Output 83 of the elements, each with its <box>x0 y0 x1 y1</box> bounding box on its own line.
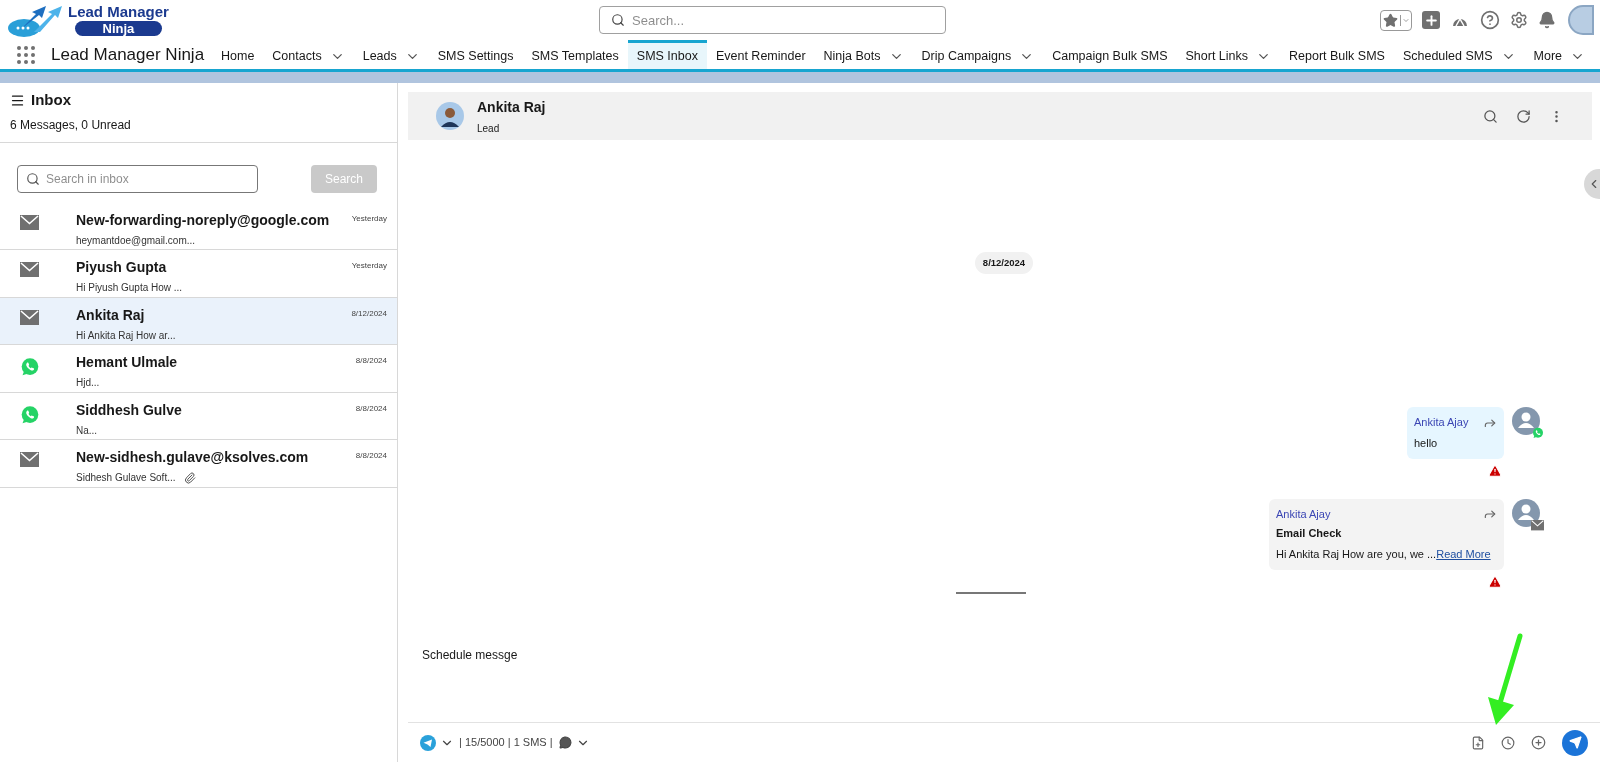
nav-tab[interactable]: Leads <box>353 40 429 69</box>
nav-tab[interactable]: Campaign Bulk SMS <box>1043 40 1177 69</box>
nav-tab[interactable]: Ninja Bots <box>814 40 913 69</box>
search-icon <box>26 171 40 186</box>
sender-avatar-icon <box>1512 407 1540 436</box>
sender-name: Ankita Ajay <box>1276 506 1331 522</box>
message-text: Hi Ankita Raj How are you, we ...Read More <box>1276 546 1492 562</box>
whatsapp-icon <box>20 404 40 425</box>
message-preview: Hjd... <box>76 376 100 390</box>
mail-icon <box>20 214 39 230</box>
nav-tab[interactable]: Event Reminder <box>706 40 815 69</box>
sender-avatar-icon <box>1512 498 1540 527</box>
contact-role: Lead <box>477 121 501 136</box>
send-button[interactable] <box>1562 729 1588 756</box>
search-field[interactable]: Search... <box>599 6 946 34</box>
add-icon[interactable] <box>1422 11 1440 29</box>
message-preview: Sidhesh Gulave Soft... <box>76 471 176 485</box>
star-icon <box>1383 12 1398 28</box>
nav-tab[interactable]: Home <box>212 40 264 69</box>
mail-badge-icon <box>1531 520 1544 531</box>
chat-icon[interactable] <box>558 736 572 749</box>
contact-name: New-sidhesh.gulave@ksolves.com <box>76 450 310 464</box>
message-date: Yesterday <box>351 260 388 272</box>
inbox-search-field[interactable]: Search in inbox <box>17 164 258 193</box>
message-text: hello <box>1414 435 1439 451</box>
settings-icon[interactable] <box>1510 11 1528 29</box>
app-name: Lead Manager Ninja <box>51 43 205 66</box>
caret-icon <box>1400 14 1411 26</box>
whatsapp-badge-icon <box>1532 427 1544 440</box>
read-more-link[interactable]: Read More <box>1436 547 1491 560</box>
message-preview: heymantdoe@gmail.com... <box>76 233 196 248</box>
nav-tab[interactable]: SMS Templates <box>522 40 628 69</box>
forward-icon[interactable] <box>1483 507 1497 521</box>
notifications-icon[interactable] <box>1538 11 1556 29</box>
message-date: 8/12/2024 <box>351 307 388 320</box>
template-icon[interactable] <box>1471 735 1485 750</box>
logo-title: Lead Manager <box>68 4 169 19</box>
add-icon[interactable] <box>1531 735 1546 750</box>
favorites-button[interactable] <box>1380 9 1412 31</box>
message-date: Yesterday <box>351 212 388 225</box>
inbox-summary: 6 Messages, 0 Unread <box>10 116 132 134</box>
schedule-icon[interactable] <box>1501 735 1515 750</box>
sender-name: Ankita Ajay <box>1414 415 1469 431</box>
message-preview: Na... <box>76 423 98 438</box>
message-date: 8/8/2024 <box>355 450 388 462</box>
nav-tab[interactable]: Drip Campaigns <box>912 40 1044 69</box>
nav-tab[interactable]: Short Links <box>1176 40 1281 69</box>
whatsapp-icon <box>20 357 40 377</box>
menu-icon[interactable] <box>10 92 25 108</box>
message-date: 8/8/2024 <box>355 402 388 415</box>
lead-avatar-icon <box>436 102 464 130</box>
nav-tab[interactable]: SMS Inbox <box>627 40 707 69</box>
nav-tab[interactable]: Scheduled SMS <box>1393 40 1525 69</box>
help-icon[interactable] <box>1480 10 1500 30</box>
nav-tab[interactable]: SMS Settings <box>428 40 523 69</box>
app-launcher-icon[interactable] <box>17 45 35 64</box>
contact-name: Piyush Gupta <box>76 260 168 274</box>
mail-icon <box>20 309 39 325</box>
contact-name: Siddhesh Gulve <box>76 402 183 417</box>
mail-icon <box>20 452 39 468</box>
search-icon <box>611 13 625 27</box>
send-icon <box>1568 736 1582 749</box>
refresh-icon[interactable] <box>1516 108 1531 124</box>
contact-name: Hemant Ulmale <box>76 355 179 369</box>
sms-counter: | 15/5000 | 1 SMS | <box>459 735 553 751</box>
contact-name: Ankita Raj <box>76 307 146 322</box>
mail-icon <box>20 262 39 278</box>
search-icon[interactable] <box>1483 108 1498 124</box>
message-date: 8/8/2024 <box>355 355 388 367</box>
message-input[interactable]: Schedule messge <box>422 646 1600 664</box>
nav-tab[interactable]: More <box>1524 40 1595 69</box>
message-preview: Hi Ankita Raj How ar... <box>76 328 176 343</box>
avatar-icon[interactable] <box>1568 5 1594 35</box>
inbox-item[interactable]: Ankita Raj Hi Ankita Raj How ar... 8/12/2024 <box>0 297 397 345</box>
nav-tab[interactable]: Contacts <box>263 40 354 69</box>
message-subject: Email Check <box>1276 526 1343 542</box>
inbox-title: Inbox <box>31 90 71 110</box>
contact-name: New-forwarding-noreply@google.com <box>76 212 331 227</box>
date-chip: 8/12/2024 <box>974 252 1034 275</box>
contact-title: Ankita Raj <box>477 97 546 117</box>
nav-tab[interactable]: Report Bulk SMS <box>1280 40 1394 69</box>
logo-subtitle: Ninja <box>74 21 163 36</box>
message-preview: Hi Piyush Gupta How ... <box>76 281 183 295</box>
